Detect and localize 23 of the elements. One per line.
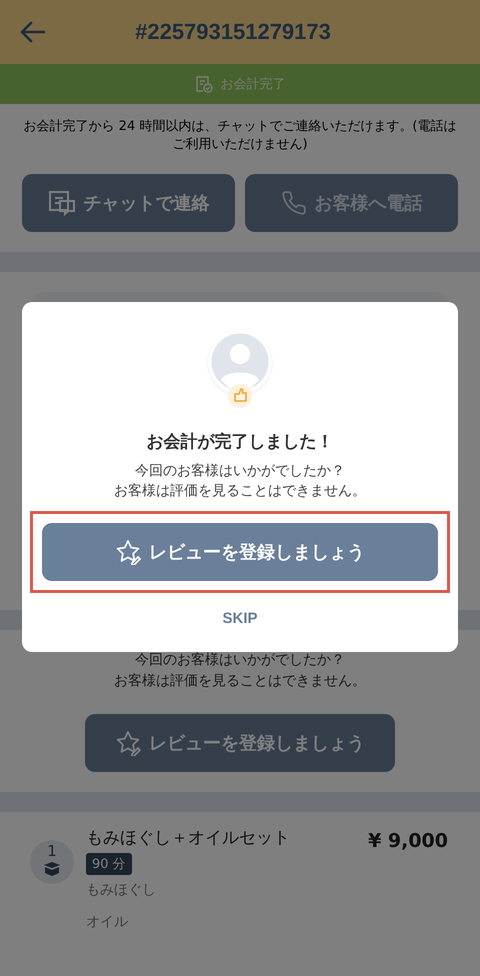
order-number-title: #225793151279173	[134, 19, 332, 45]
star-pencil-icon	[115, 730, 141, 756]
review-button[interactable]: レビューを登録しましょう	[85, 714, 395, 772]
review-message: 今回のお客様はいかがでしたか？ お客様は評価を見ることはできません。	[113, 651, 367, 691]
receipt-check-icon	[194, 75, 212, 93]
chat-notice: お会計完了から 24 時間以内は、チャットでご連絡いただけます。(電話はご利用いただけません)	[22, 118, 458, 154]
duration-tag: 90 分	[86, 853, 132, 875]
status-label: お会計完了	[220, 76, 286, 93]
star-pencil-icon	[115, 539, 141, 565]
box-icon	[42, 860, 62, 876]
skip-button[interactable]: SKIP	[216, 609, 264, 628]
dialog-title: お会計が完了しました！	[146, 431, 334, 453]
chat-button[interactable]: チャットで連絡	[22, 174, 235, 232]
item-option: オイル	[86, 913, 128, 931]
item-option: もみほぐし	[86, 881, 156, 899]
back-arrow-icon[interactable]	[20, 21, 46, 43]
review-button[interactable]: レビューを登録しましょう	[42, 523, 438, 581]
item-price: ¥ 9,000	[368, 830, 448, 854]
dialog-message: 今回のお客様はいかがでしたか？ お客様は評価を見ることはできません。	[114, 462, 366, 501]
chat-icon	[48, 190, 76, 216]
quantity-label: 1	[46, 842, 58, 860]
item-name: もみほぐし＋オイルセット	[86, 827, 290, 849]
phone-icon	[280, 190, 306, 216]
